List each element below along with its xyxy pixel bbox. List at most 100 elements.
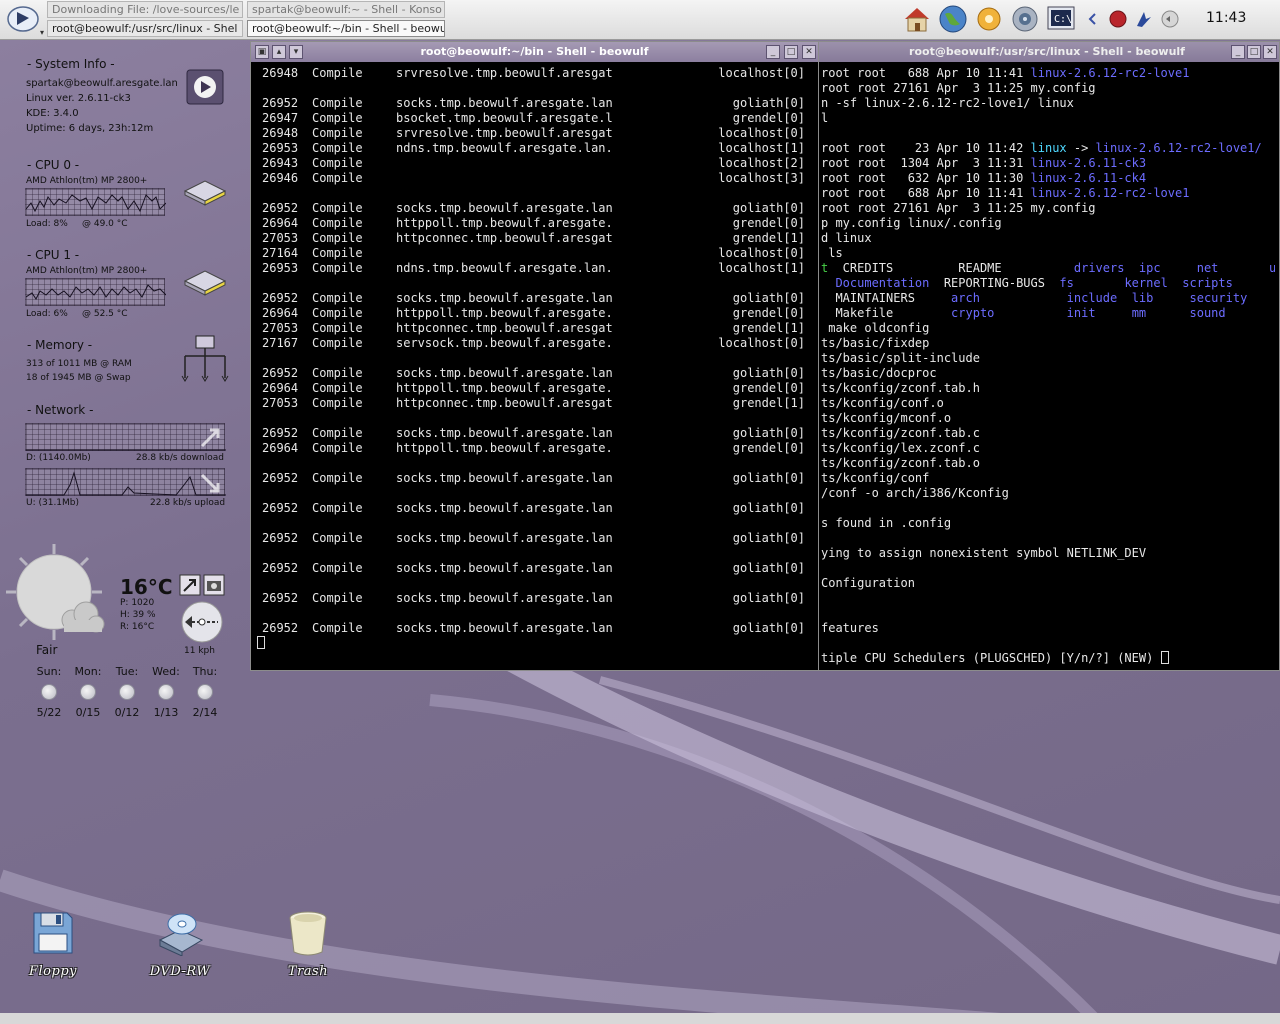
terminal-line: root root 688 Apr 10 11:41 linux-2.6.12-… bbox=[821, 66, 1189, 81]
kmenu-button[interactable]: ▾ bbox=[2, 1, 44, 37]
process-pid: 26952 bbox=[262, 201, 299, 215]
window-titlebar[interactable]: root@beowulf:/usr/src/linux - Shell - be… bbox=[815, 42, 1279, 62]
terminal-output[interactable]: 26948 Compile srvresolve.tmp.beowulf.aresg… bbox=[255, 63, 814, 666]
kde-logo-icon bbox=[7, 6, 39, 32]
process-pid: 26952 bbox=[262, 426, 299, 440]
close-button[interactable]: ✕ bbox=[1263, 45, 1277, 59]
speaker-icon[interactable] bbox=[1010, 4, 1040, 34]
task-downloading[interactable]: Downloading File: /love-sources/le bbox=[47, 1, 243, 18]
process-state: Compile bbox=[312, 66, 363, 80]
blank-row bbox=[255, 351, 805, 366]
terminal-text: /conf -o arch/i386/Kconfig bbox=[821, 486, 1009, 500]
kicker-panel: ▾ Downloading File: /love-sources/le spa… bbox=[0, 0, 1280, 40]
network-monitor-icon[interactable] bbox=[1134, 9, 1154, 29]
blank-row bbox=[255, 411, 805, 426]
terminal-text: ipc bbox=[1138, 261, 1161, 275]
process-file: socks.tmp.beowulf.aresgate.lan bbox=[396, 531, 613, 545]
terminal-text: MAINTAINERS bbox=[821, 291, 952, 305]
cpu1-temp: @ 52.5 °C bbox=[82, 309, 128, 319]
window-titlebar[interactable]: ▣ ▴ ▾ root@beowulf:~/bin - Shell - beowu… bbox=[251, 42, 818, 62]
weather-camera-icon[interactable] bbox=[203, 574, 225, 600]
weather-humidity: H: 39 % bbox=[120, 610, 156, 620]
maximize-button[interactable]: □ bbox=[784, 45, 798, 59]
record-icon[interactable] bbox=[1108, 9, 1128, 29]
process-pid: 26948 bbox=[262, 66, 299, 80]
task-bin-shell[interactable]: root@beowulf:~/bin - Shell - beowu bbox=[247, 20, 445, 37]
process-row: 26952 Compile socks.tmp.beowulf.aresgate.l… bbox=[255, 561, 805, 576]
konsole-window-usr-src-linux[interactable]: root@beowulf:/usr/src/linux - Shell - be… bbox=[814, 41, 1280, 671]
terminal-line: root root 1304 Apr 3 11:31 linux-2.6.11-… bbox=[821, 156, 1146, 171]
process-file: srvresolve.tmp.beowulf.aresgat bbox=[396, 126, 613, 140]
process-pid: 26952 bbox=[262, 291, 299, 305]
maximize-button[interactable]: □ bbox=[1247, 45, 1261, 59]
terminal-text: root root 1304 Apr 3 11:31 bbox=[821, 156, 1031, 170]
cpu1-load-graph bbox=[25, 278, 166, 306]
process-host: grendel[0] bbox=[732, 306, 805, 320]
terminal-text: net bbox=[1196, 261, 1219, 275]
process-row: 27053 Compile httpconnec.tmp.beowulf.aresg… bbox=[255, 396, 805, 411]
terminal-text: d linux bbox=[821, 231, 872, 245]
process-file: httpconnec.tmp.beowulf.aresgat bbox=[396, 321, 613, 335]
terminal-text: linux bbox=[1030, 141, 1067, 155]
minimize-button[interactable]: _ bbox=[1231, 45, 1245, 59]
terminal-line: ts/basic/split-include bbox=[821, 351, 980, 366]
process-state: Compile bbox=[312, 621, 363, 635]
close-button[interactable]: ✕ bbox=[802, 45, 816, 59]
terminal-text: features bbox=[821, 621, 879, 635]
process-host: grendel[1] bbox=[732, 396, 805, 410]
menu-arrow-icon: ▾ bbox=[39, 28, 44, 37]
user-host: spartak@beowulf.aresgate.lan bbox=[26, 78, 178, 89]
upload-total: U: (31.1Mb) bbox=[26, 498, 80, 508]
terminal-text: ts/kconfig/zconf.tab.c bbox=[821, 426, 980, 440]
clock[interactable]: 11:43 bbox=[1206, 10, 1246, 26]
cpu0-chip-icon bbox=[181, 175, 229, 211]
konqueror-globe-icon[interactable] bbox=[938, 4, 968, 34]
task-spartak-shell[interactable]: spartak@beowulf:~ - Shell - Konso bbox=[247, 1, 445, 18]
terminal-text: CREDITS README bbox=[828, 261, 1074, 275]
konsole-window-bin[interactable]: ▣ ▴ ▾ root@beowulf:~/bin - Shell - beowu… bbox=[250, 41, 819, 671]
terminal-output[interactable]: root root 688 Apr 10 11:41 linux-2.6.12-… bbox=[819, 63, 1275, 666]
sticky-button[interactable]: ▴ bbox=[272, 45, 286, 59]
minimize-button[interactable]: _ bbox=[766, 45, 780, 59]
terminal-text: crypto bbox=[951, 306, 995, 320]
memory-chart-icon bbox=[180, 334, 230, 388]
blank-row bbox=[255, 606, 805, 621]
terminal-text: kernel bbox=[1124, 276, 1168, 290]
terminal-text: lib bbox=[1131, 291, 1154, 305]
terminal-text: ts/kconfig/zconf.tab.o bbox=[821, 456, 980, 470]
process-host: localhost[0] bbox=[718, 336, 805, 350]
dvd-drive-icon bbox=[158, 913, 204, 956]
process-state: Compile bbox=[312, 141, 363, 155]
config-icon[interactable] bbox=[974, 4, 1004, 34]
konsole-icon[interactable]: C:\ bbox=[1046, 4, 1076, 34]
weather-real: R: 16°C bbox=[120, 622, 155, 632]
process-pid: 26946 bbox=[262, 171, 299, 185]
process-row: 26952 Compile socks.tmp.beowulf.aresgate.l… bbox=[255, 471, 805, 486]
terminal-line: s found in .config bbox=[821, 516, 951, 531]
weather-temp: 16°C bbox=[120, 575, 173, 599]
process-state: Compile bbox=[312, 156, 363, 170]
process-host: goliath[0] bbox=[732, 621, 805, 635]
task-usr-src-linux-shell[interactable]: root@beowulf:/usr/src/linux - Shel bbox=[47, 20, 243, 37]
process-pid: 27053 bbox=[262, 231, 299, 245]
weather-settings-icon[interactable] bbox=[179, 574, 201, 600]
collapse-arrow-icon[interactable] bbox=[1082, 9, 1102, 29]
volume-icon[interactable] bbox=[1160, 9, 1180, 29]
process-state: Compile bbox=[312, 171, 363, 185]
home-folder-icon[interactable] bbox=[902, 4, 932, 34]
process-pid: 26952 bbox=[262, 96, 299, 110]
process-pid: 26953 bbox=[262, 141, 299, 155]
window-menu-button[interactable]: ▣ bbox=[255, 45, 269, 59]
process-row: 27164 Compile localhost[0] bbox=[255, 246, 805, 261]
keep-above-button[interactable]: ▾ bbox=[289, 45, 303, 59]
process-state: Compile bbox=[312, 441, 363, 455]
process-pid: 26952 bbox=[262, 561, 299, 575]
forecast-weather-icon bbox=[158, 684, 174, 700]
terminal-line: Configuration bbox=[821, 576, 915, 591]
process-host: localhost[2] bbox=[718, 156, 805, 170]
terminal-text: ts/kconfig/conf.o bbox=[821, 396, 944, 410]
forecast-day-name: Mon: bbox=[74, 665, 102, 678]
